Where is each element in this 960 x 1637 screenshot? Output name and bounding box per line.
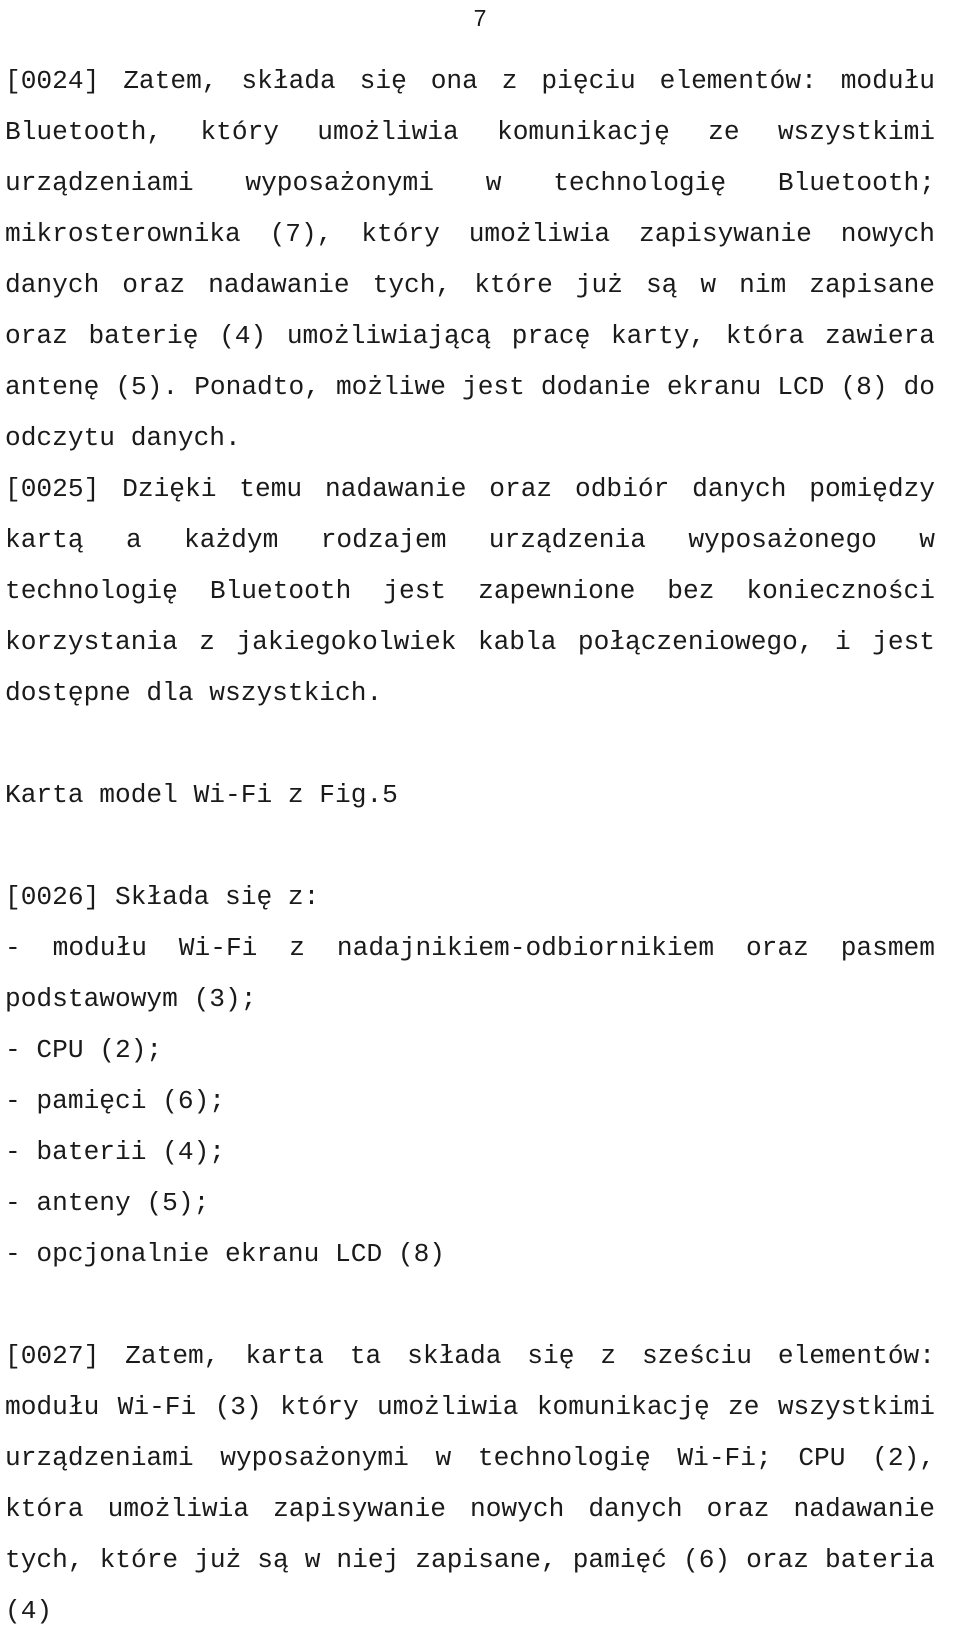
list-item: - CPU (2); (5, 1035, 163, 1065)
list-item: - anteny (5); (5, 1188, 210, 1218)
list-item: - baterii (4); (5, 1137, 226, 1167)
heading-karta-model-wifi: Karta model Wi-Fi z Fig.5 (5, 780, 398, 810)
list-item: - modułu Wi-Fi z nadajnikiem-odbiornikie… (5, 933, 935, 1014)
page-number: 7 (473, 5, 487, 31)
document-body: [0024] Zatem, składa się ona z pięciu el… (5, 56, 935, 1637)
list-item: - opcjonalnie ekranu LCD (8) (5, 1239, 446, 1269)
heading-spacer (5, 821, 935, 872)
document-page: 7 [0024] Zatem, składa się ona z pięciu … (0, 0, 960, 1626)
list-item: - pamięci (6); (5, 1086, 226, 1116)
paragraph-0027: [0027] Zatem, karta ta składa się z sześ… (5, 1341, 935, 1626)
paragraph-0024: [0024] Zatem, składa się ona z pięciu el… (5, 66, 935, 453)
paragraph-0025: [0025] Dzięki temu nadawanie oraz odbiór… (5, 474, 935, 708)
paragraph-0026: [0026] Składa się z: (5, 882, 320, 912)
